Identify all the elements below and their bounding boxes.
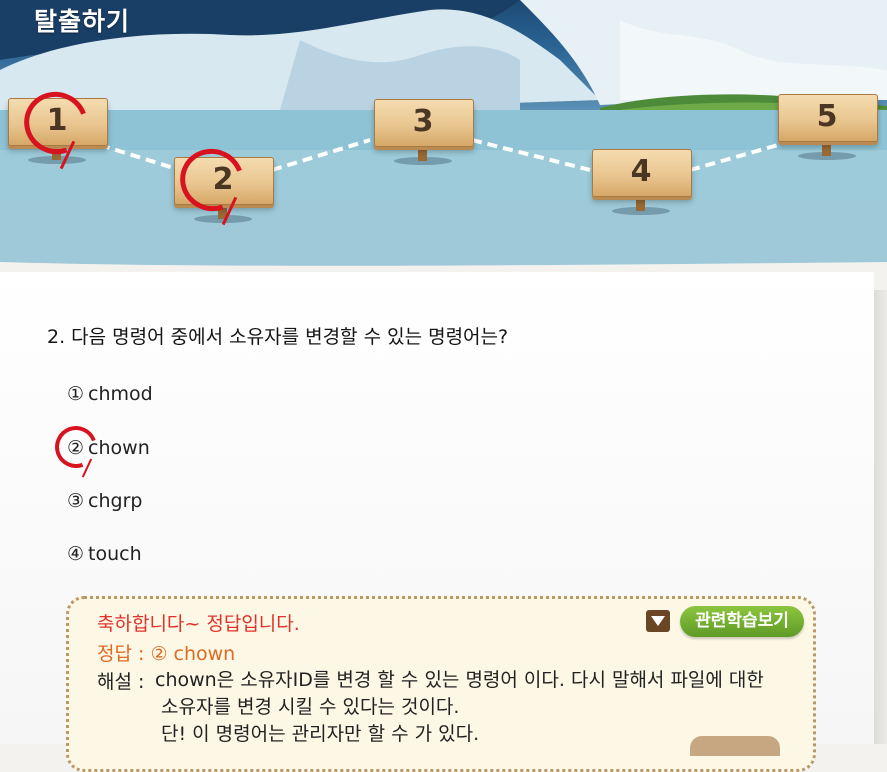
stage-5-sign[interactable]: 5	[778, 94, 878, 160]
option-text: touch	[88, 543, 142, 565]
option-4[interactable]: ④ touch	[67, 543, 142, 565]
option-mark: ①	[67, 383, 85, 405]
answer-text: 정답 : ② chown	[97, 643, 236, 665]
stage-3-sign[interactable]: 3	[374, 99, 474, 165]
page-title: 탈출하기	[34, 7, 131, 36]
option-mark: ④	[67, 543, 85, 565]
stage-number: 3	[412, 104, 434, 139]
stage-number: 5	[816, 99, 838, 134]
dropdown-triangle-icon[interactable]	[646, 610, 670, 632]
related-study-button[interactable]: 관련학습보기	[680, 606, 804, 637]
stage-4-sign[interactable]: 4	[592, 149, 692, 215]
explanation-line: chown은 소유자ID를 변경 할 수 있는 명령어 이다. 다시 말해서 파…	[155, 669, 764, 691]
congrats-message: 축하합니다~ 정답입니다.	[97, 613, 300, 635]
sign-post	[822, 140, 831, 156]
scenery-banner: 탈출하기 1 2 3 4 5	[0, 0, 887, 272]
option-text: chmod	[88, 383, 153, 405]
scroll-strip	[874, 290, 887, 744]
explanation-label: 해설 :	[97, 671, 145, 693]
stage-number: 4	[630, 154, 652, 189]
explanation-line: 소유자를 변경 시킬 수 있다는 것이다.	[161, 696, 460, 718]
option-text: chgrp	[88, 490, 143, 512]
sign-post	[418, 145, 427, 161]
option-mark: ③	[67, 490, 85, 512]
question-text: 2. 다음 명령어 중에서 소유자를 변경할 수 있는 명령어는?	[47, 326, 509, 348]
option-1[interactable]: ① chmod	[67, 383, 153, 405]
decorative-stone	[690, 736, 780, 756]
option-3[interactable]: ③ chgrp	[67, 490, 142, 512]
sign-post	[636, 195, 645, 211]
